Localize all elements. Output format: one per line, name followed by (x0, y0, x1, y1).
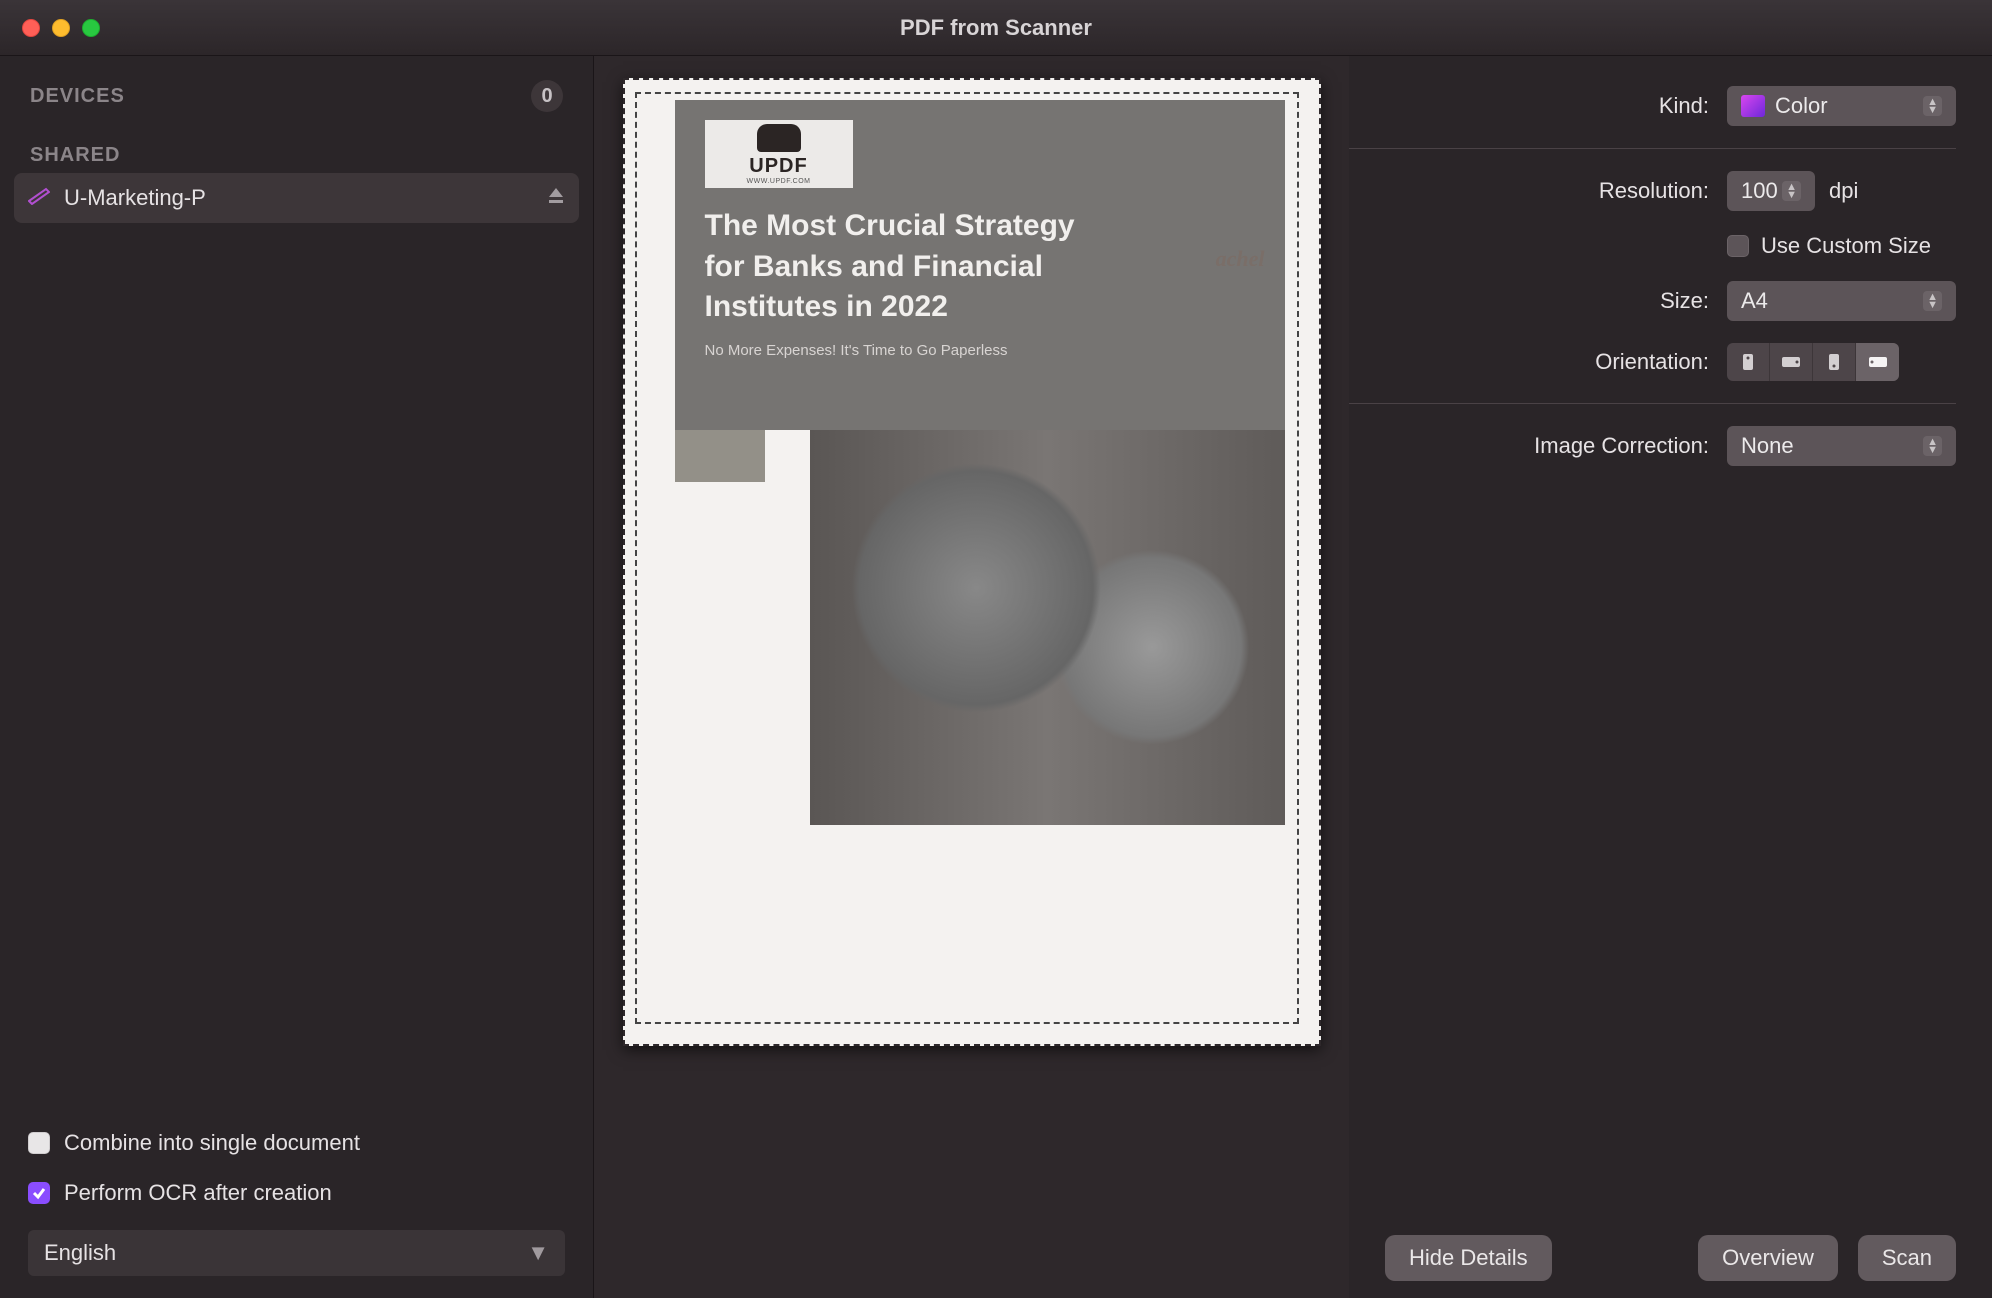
combine-checkbox[interactable] (28, 1132, 50, 1154)
custom-size-checkbox-row[interactable]: Use Custom Size (1727, 233, 1931, 259)
kind-label: Kind: (1349, 93, 1709, 119)
kind-row: Kind: Color ▲▼ (1349, 86, 1956, 149)
document-subtitle: No More Expenses! It's Time to Go Paperl… (705, 342, 1255, 359)
ocr-checkbox[interactable] (28, 1182, 50, 1204)
image-correction-row: Image Correction: None ▲▼ (1349, 426, 1956, 466)
logo-text: UPDF (749, 155, 807, 178)
window-title: PDF from Scanner (900, 15, 1092, 41)
title-bar: PDF from Scanner (0, 0, 1992, 56)
orientation-landscape-right[interactable] (1770, 343, 1813, 381)
custom-size-checkbox[interactable] (1727, 235, 1749, 257)
scan-settings: Kind: Color ▲▼ Resolution: 100 (1349, 56, 1992, 1218)
size-value: A4 (1741, 288, 1768, 314)
orientation-row: Orientation: (1349, 343, 1956, 404)
combine-label: Combine into single document (64, 1130, 360, 1156)
scan-button[interactable]: Scan (1858, 1235, 1956, 1281)
chevron-down-icon: ▼ (527, 1240, 549, 1266)
updown-icon: ▲▼ (1923, 436, 1942, 456)
maximize-icon[interactable] (82, 19, 100, 37)
resolution-label: Resolution: (1349, 178, 1709, 204)
language-select[interactable]: English ▼ (28, 1230, 565, 1276)
size-label: Size: (1349, 288, 1709, 314)
scan-preview[interactable]: UPDF WWW.UPDF.COM The Most Crucial Strat… (623, 78, 1321, 1046)
color-swatch-icon (1741, 95, 1765, 117)
devices-label: DEVICES (30, 85, 125, 108)
language-value: English (44, 1240, 116, 1266)
sidebar: DEVICES 0 SHARED U-Marketing-P (0, 56, 594, 1298)
image-correction-select[interactable]: None ▲▼ (1727, 426, 1956, 466)
updown-icon: ▲▼ (1923, 96, 1942, 116)
shared-section-header: SHARED (14, 138, 579, 173)
orientation-segmented[interactable] (1727, 343, 1899, 381)
document-title: The Most Crucial Strategy for Banks and … (705, 206, 1255, 328)
combine-checkbox-row[interactable]: Combine into single document (28, 1130, 565, 1156)
resolution-row: Resolution: 100 ▲▼ dpi (1349, 171, 1956, 211)
orientation-label: Orientation: (1349, 349, 1709, 375)
footer-bar: Hide Details Overview Scan (1349, 1218, 1992, 1298)
size-row: Size: A4 ▲▼ (1349, 281, 1956, 321)
handwritten-annotation: achel (1216, 244, 1265, 274)
resolution-unit: dpi (1829, 178, 1858, 204)
ocr-label: Perform OCR after creation (64, 1180, 332, 1206)
minimize-icon[interactable] (52, 19, 70, 37)
logo-badge: UPDF WWW.UPDF.COM (705, 120, 853, 188)
updown-icon: ▲▼ (1782, 181, 1801, 201)
kind-select[interactable]: Color ▲▼ (1727, 86, 1956, 126)
image-correction-label: Image Correction: (1349, 433, 1709, 459)
orientation-landscape-left[interactable] (1856, 343, 1899, 381)
kind-value: Color (1775, 93, 1828, 119)
window-controls (0, 19, 100, 37)
sidebar-item-device[interactable]: U-Marketing-P (14, 173, 579, 223)
logo-url: WWW.UPDF.COM (747, 178, 811, 185)
size-select[interactable]: A4 ▲▼ (1727, 281, 1956, 321)
image-correction-value: None (1741, 433, 1794, 459)
eject-icon[interactable] (547, 186, 565, 210)
devices-count-badge: 0 (531, 80, 563, 112)
resolution-select[interactable]: 100 ▲▼ (1727, 171, 1815, 211)
preview-pane: UPDF WWW.UPDF.COM The Most Crucial Strat… (594, 56, 1349, 1298)
document-photo (810, 430, 1285, 825)
close-icon[interactable] (22, 19, 40, 37)
hide-details-button[interactable]: Hide Details (1385, 1235, 1552, 1281)
custom-size-row: Use Custom Size (1349, 233, 1956, 259)
overview-button[interactable]: Overview (1698, 1235, 1838, 1281)
ocr-checkbox-row[interactable]: Perform OCR after creation (28, 1180, 565, 1206)
orientation-portrait-up[interactable] (1727, 343, 1770, 381)
scanned-document: UPDF WWW.UPDF.COM The Most Crucial Strat… (675, 100, 1285, 825)
updown-icon: ▲▼ (1923, 291, 1942, 311)
custom-size-label: Use Custom Size (1761, 233, 1931, 259)
orientation-portrait-down[interactable] (1813, 343, 1856, 381)
devices-section-header: DEVICES 0 (14, 74, 579, 118)
resolution-value: 100 (1741, 178, 1778, 204)
scanner-icon (28, 185, 50, 211)
shared-label: SHARED (30, 144, 120, 167)
device-name: U-Marketing-P (64, 185, 206, 211)
